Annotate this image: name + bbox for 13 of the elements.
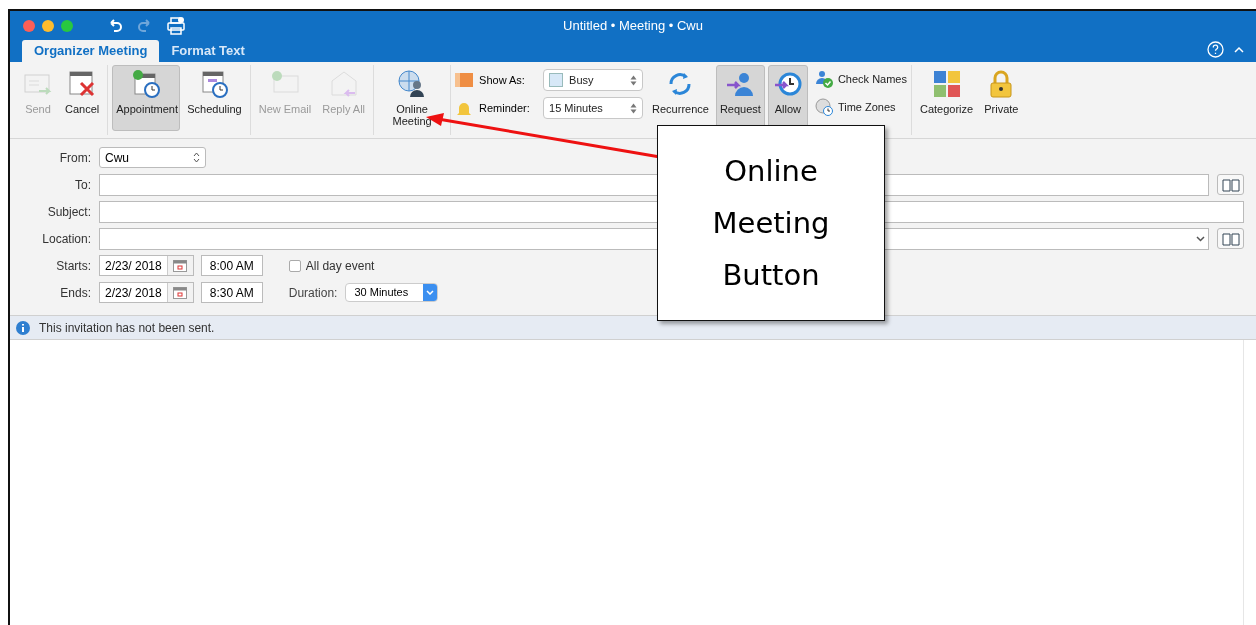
checkbox-label: All day event [305, 257, 375, 275]
window-title: Untitled • Meeting • Cwu [563, 16, 703, 35]
field-label: Subject: [46, 203, 92, 221]
info-message: This invitation has not been sent. [39, 319, 215, 337]
reminder-label: Reminder: [479, 100, 531, 116]
show-as-label: Show As: [479, 72, 526, 88]
callout-text: Online Meeting Button [711, 153, 831, 294]
field-label: Ends: [59, 284, 92, 302]
field-label: To: [74, 176, 92, 194]
duration-label: Duration: [288, 284, 338, 302]
field-label: Location: [41, 230, 92, 248]
field-label: From: [58, 149, 92, 167]
field-label: Starts: [55, 257, 92, 275]
